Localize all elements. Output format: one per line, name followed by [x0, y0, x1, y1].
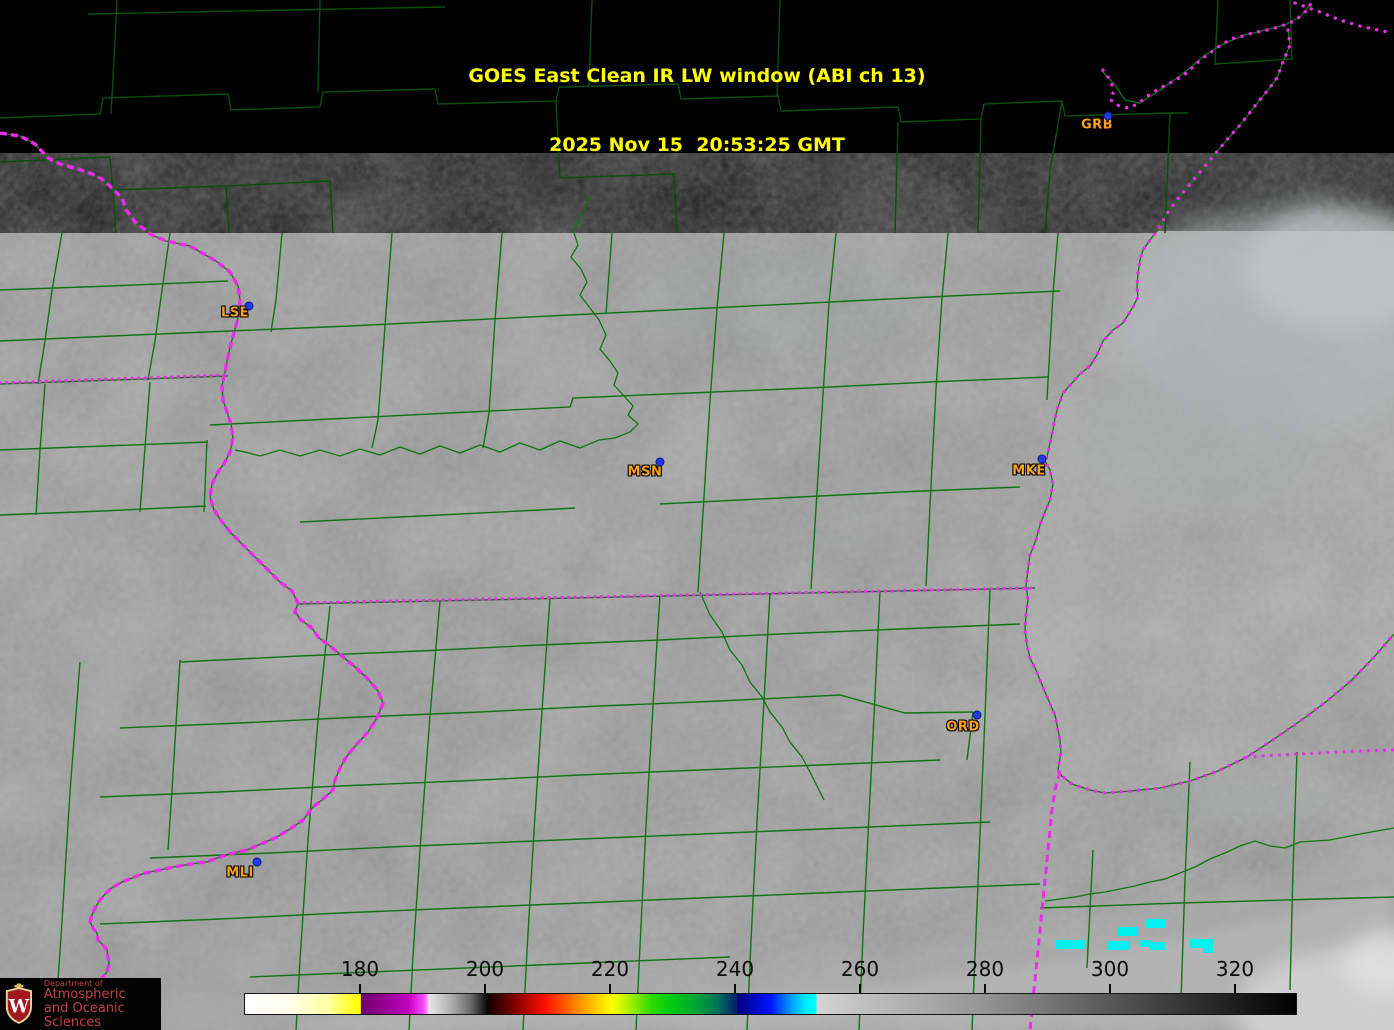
colorbar-tick-label: 180	[340, 957, 380, 981]
logo-name-line2: and Oceanic Sciences	[43, 1000, 125, 1030]
colorbar-tick-mark	[859, 984, 861, 993]
station-marker-MKE	[1038, 455, 1046, 463]
station-label-MLI: MLI	[226, 865, 254, 881]
colorbar-tick-label: 280	[965, 957, 1005, 981]
colorbar-tick-label: 320	[1215, 957, 1255, 981]
station-label-ORD: ORD	[946, 719, 980, 735]
colorbar-tick-label: 240	[715, 957, 755, 981]
station-label-MSN: MSN	[627, 464, 663, 480]
colorbar-tick-label: 220	[590, 957, 630, 981]
colorbar-tick-mark	[1109, 984, 1111, 993]
colorbar-tick-mark	[359, 984, 361, 993]
colorbar-tick-mark	[484, 984, 486, 993]
station-label-MKE: MKE	[1012, 463, 1046, 479]
station-marker-ORD	[973, 711, 981, 719]
colorbar-tick-mark	[984, 984, 986, 993]
colorbar-tick-mark	[609, 984, 611, 993]
title-line2: 2025 Nov 15 20:53:25 GMT	[549, 134, 845, 156]
station-marker-MLI	[253, 858, 261, 866]
station-marker-MSN	[656, 458, 664, 466]
colorbar-tick-label: 300	[1090, 957, 1130, 981]
station-label-LSE: LSE	[220, 305, 250, 321]
station-marker-LSE	[245, 302, 253, 310]
colorbar-tick-label: 260	[840, 957, 880, 981]
colorbar-tick-label: 200	[465, 957, 505, 981]
logo-name-line1: Atmospheric	[43, 986, 126, 1002]
uw-aos-logo: W Department of Atmospheric and Oceanic …	[0, 978, 161, 1030]
satellite-imagery-layer	[0, 205, 1394, 1030]
colorbar-tick-mark	[734, 984, 736, 993]
crest-monogram: W	[8, 996, 30, 1017]
title-line1: GOES East Clean IR LW window (ABI ch 13)	[468, 65, 926, 87]
colorbar-tick-mark	[1234, 984, 1236, 993]
uw-crest-icon: W	[5, 983, 33, 1024]
image-title: GOES East Clean IR LW window (ABI ch 13)…	[0, 19, 1394, 180]
temperature-colorbar	[244, 993, 1297, 1015]
satellite-map-canvas: GOES East Clean IR LW window (ABI ch 13)…	[0, 0, 1394, 1030]
